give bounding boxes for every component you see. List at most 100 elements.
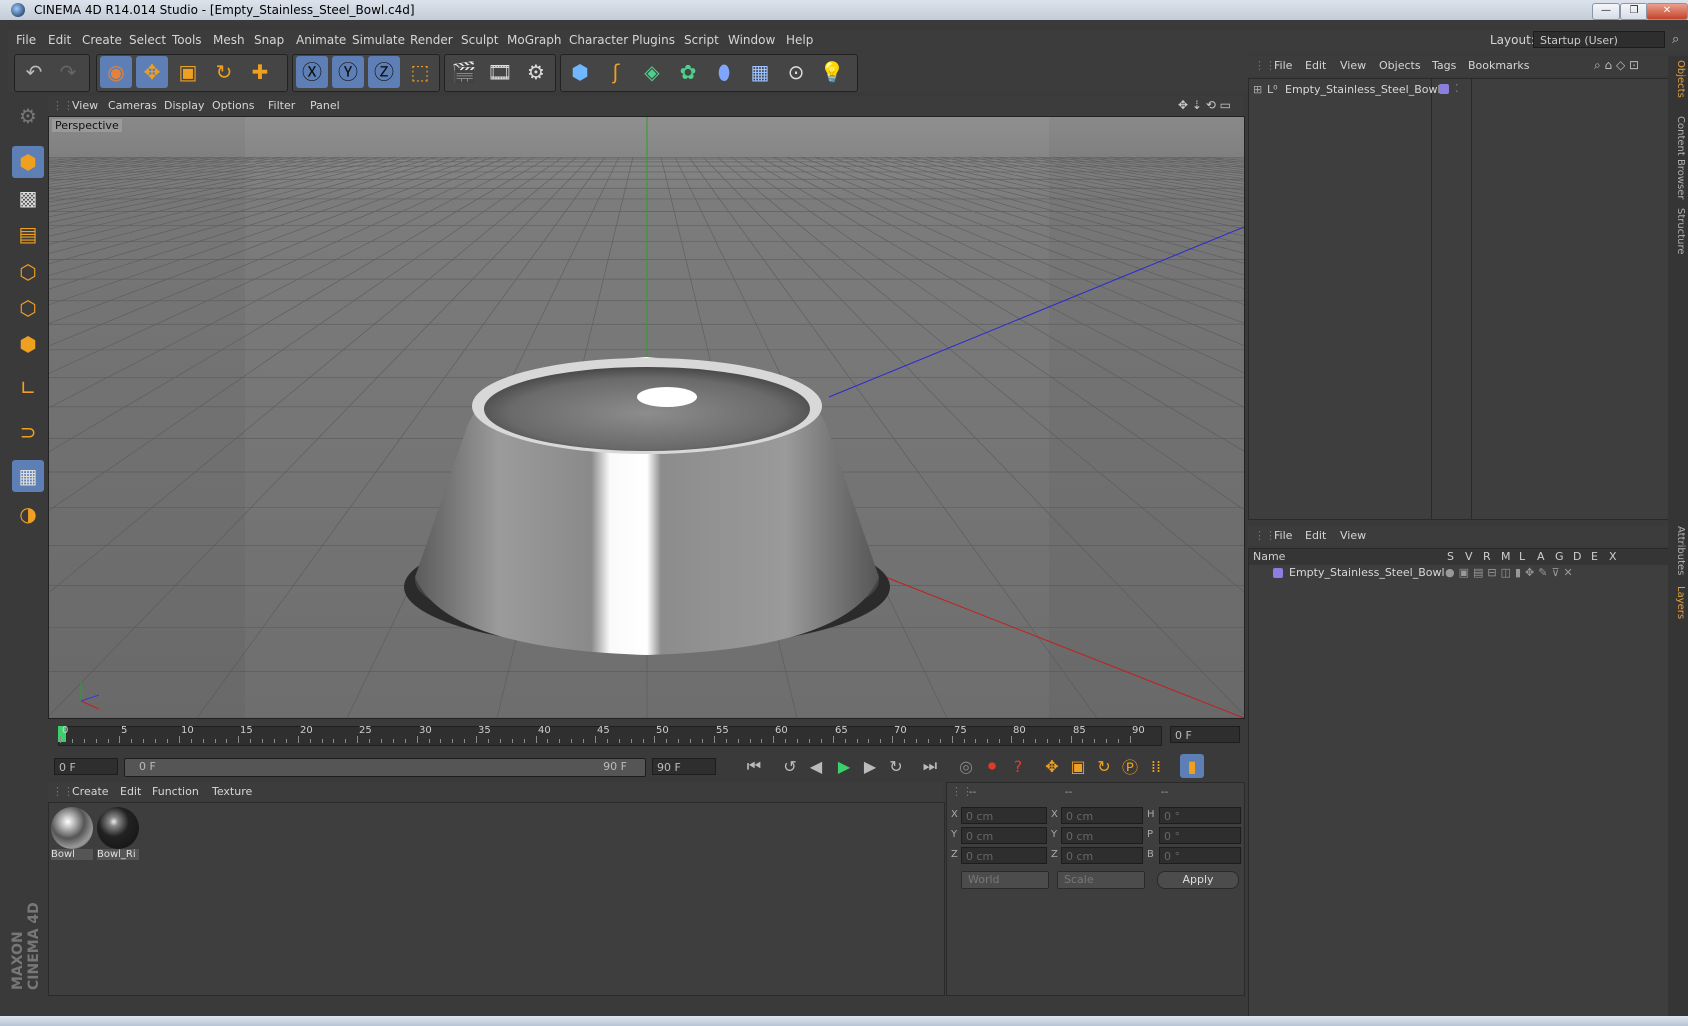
coordinate-system-icon[interactable]: ⬚ (404, 56, 436, 88)
om-menu-tags[interactable]: Tags (1432, 59, 1456, 72)
viewport-menu-filter[interactable]: Filter (268, 99, 295, 112)
redo-icon[interactable]: ↷ (52, 56, 84, 88)
menu-mesh[interactable]: Mesh (213, 33, 245, 47)
go-to-end-icon[interactable]: ⏭ (918, 754, 942, 778)
key-position-icon[interactable]: ✥ (1040, 754, 1064, 778)
material-bowl-rim[interactable]: Bowl_Ri (97, 807, 139, 865)
rotate-icon[interactable]: ↻ (208, 56, 240, 88)
menu-help[interactable]: Help (786, 33, 813, 47)
play-icon[interactable]: ▶ (832, 754, 856, 778)
size-y-field[interactable]: 0 cm (1061, 827, 1143, 844)
material-menu-create[interactable]: Create (72, 785, 109, 798)
material-menu-function[interactable]: Function (152, 785, 199, 798)
om-search-home-icons[interactable]: ⌕ ⌂ ◇ ⊡ (1594, 58, 1639, 73)
go-to-start-icon[interactable]: ⏮ (742, 754, 766, 778)
menu-animate[interactable]: Animate (296, 33, 346, 47)
autokey-icon[interactable]: ⏺ (980, 754, 1004, 778)
close-button[interactable]: ✕ (1646, 3, 1688, 20)
om-menu-objects[interactable]: Objects (1379, 59, 1421, 72)
camera-icon[interactable]: ⊙ (780, 56, 812, 88)
menu-plugins[interactable]: Plugins (632, 33, 675, 47)
record-keys-icon[interactable]: ◎ (954, 754, 978, 778)
x-axis-icon[interactable]: Ⓧ (296, 56, 328, 88)
undo-icon[interactable]: ↶ (18, 56, 50, 88)
keyframe-selection-icon[interactable]: ? (1006, 754, 1030, 778)
layer-color-swatch[interactable] (1439, 84, 1449, 94)
spline-icon[interactable]: ʃ (600, 56, 632, 88)
texture-mode-icon[interactable]: ▩ (12, 182, 44, 214)
position-x-field[interactable]: 0 cm (961, 807, 1047, 824)
menu-mograph[interactable]: MoGraph (507, 33, 562, 47)
menu-edit[interactable]: Edit (48, 33, 71, 47)
expand-icon[interactable]: ⊞ (1253, 83, 1262, 96)
3d-viewport[interactable]: Perspective (48, 116, 1245, 719)
cube-icon[interactable]: ⬢ (564, 56, 596, 88)
render-view-icon[interactable]: 🎬 (448, 56, 480, 88)
live-selection-icon[interactable]: ◉ (100, 56, 132, 88)
lm-menu-file[interactable]: File (1274, 529, 1292, 542)
menu-window[interactable]: Window (728, 33, 775, 47)
timeline-ruler[interactable]: 0 5 10 15 20 25 30 35 40 45 50 55 60 65 70 75 80 85 90 0 F (48, 719, 1243, 747)
make-editable-icon[interactable]: ⚙ (12, 100, 44, 132)
layer-flag-icons[interactable]: ●▣▤⊟◫▮✥✎⊽✕ (1445, 566, 1577, 579)
apply-button[interactable]: Apply (1157, 871, 1239, 889)
points-mode-icon[interactable]: ⬡ (12, 256, 44, 288)
render-picture-viewer-icon[interactable]: 🎞 (484, 56, 516, 88)
tab-attributes[interactable]: Attributes (1670, 526, 1686, 575)
rotation-p-field[interactable]: 0 ° (1159, 827, 1241, 844)
polygons-mode-icon[interactable]: ⬢ (12, 328, 44, 360)
viewport-menu-options[interactable]: Options (212, 99, 254, 112)
key-scale-icon[interactable]: ▣ (1066, 754, 1090, 778)
edges-mode-icon[interactable]: ⬡ (12, 292, 44, 324)
tab-structure[interactable]: Structure (1670, 208, 1686, 255)
viewport-menu-view[interactable]: View (72, 99, 98, 112)
rotation-h-field[interactable]: 0 ° (1159, 807, 1241, 824)
material-menu-texture[interactable]: Texture (212, 785, 252, 798)
coordinate-space-select[interactable]: World (961, 871, 1049, 889)
size-z-field[interactable]: 0 cm (1061, 847, 1143, 864)
coordinate-mode-select[interactable]: Scale (1057, 871, 1145, 889)
menu-character[interactable]: Character (569, 33, 628, 47)
menu-simulate[interactable]: Simulate (352, 33, 405, 47)
menu-snap[interactable]: Snap (254, 33, 284, 47)
stainless-steel-bowl[interactable] (404, 357, 890, 655)
menu-tools[interactable]: Tools (172, 33, 202, 47)
om-menu-file[interactable]: File (1274, 59, 1292, 72)
light-icon[interactable]: 💡 (816, 56, 848, 88)
render-settings-icon[interactable]: ⚙ (520, 56, 552, 88)
minimize-button[interactable]: — (1592, 3, 1620, 20)
layout-select[interactable]: Startup (User) (1533, 31, 1665, 48)
om-menu-bookmarks[interactable]: Bookmarks (1468, 59, 1529, 72)
scale-icon[interactable]: ▣ (172, 56, 204, 88)
viewport-nav-icons[interactable]: ✥ ⇣ ⟲ ▭ (1178, 98, 1231, 112)
next-key-icon[interactable]: ↻ (884, 754, 908, 778)
restore-button[interactable]: ❐ (1620, 3, 1648, 20)
menu-render[interactable]: Render (410, 33, 453, 47)
previous-frame-icon[interactable]: ◀ (804, 754, 828, 778)
layer-name[interactable]: Empty_Stainless_Steel_Bowl (1289, 566, 1445, 579)
nurbs-icon[interactable]: ◈ (636, 56, 668, 88)
search-icon[interactable]: ⌕ (1672, 32, 1679, 47)
end-frame-field[interactable]: 90 F (652, 758, 716, 775)
om-menu-edit[interactable]: Edit (1305, 59, 1326, 72)
material-bowl[interactable]: Bowl (51, 807, 93, 865)
visibility-dots-icon[interactable]: ⁚ (1455, 82, 1459, 95)
recent-tool-icon[interactable]: ✚ (244, 56, 276, 88)
deformer-icon[interactable]: ⬮ (708, 56, 740, 88)
size-x-field[interactable]: 0 cm (1061, 807, 1143, 824)
object-name[interactable]: Empty_Stainless_Steel_Bowl (1285, 83, 1441, 96)
viewport-menu-cameras[interactable]: Cameras (108, 99, 157, 112)
next-frame-icon[interactable]: ▶ (858, 754, 882, 778)
key-pla-icon[interactable]: ⁞⁞ (1144, 754, 1168, 778)
layer-row[interactable]: Empty_Stainless_Steel_Bowl ●▣▤⊟◫▮✥✎⊽✕ (1249, 565, 1669, 581)
axis-mode-icon[interactable]: ∟ (12, 372, 44, 404)
position-y-field[interactable]: 0 cm (961, 827, 1047, 844)
tab-layers[interactable]: Layers (1670, 586, 1686, 619)
tweak-mode-icon[interactable]: ⊃ (12, 416, 44, 448)
z-axis-icon[interactable]: Ⓩ (368, 56, 400, 88)
tab-content-browser[interactable]: Content Browser (1670, 116, 1686, 199)
floor-icon[interactable]: ▦ (744, 56, 776, 88)
lm-menu-view[interactable]: View (1340, 529, 1366, 542)
current-frame-field[interactable]: 0 F (1170, 726, 1240, 743)
key-rotation-icon[interactable]: ↻ (1092, 754, 1116, 778)
